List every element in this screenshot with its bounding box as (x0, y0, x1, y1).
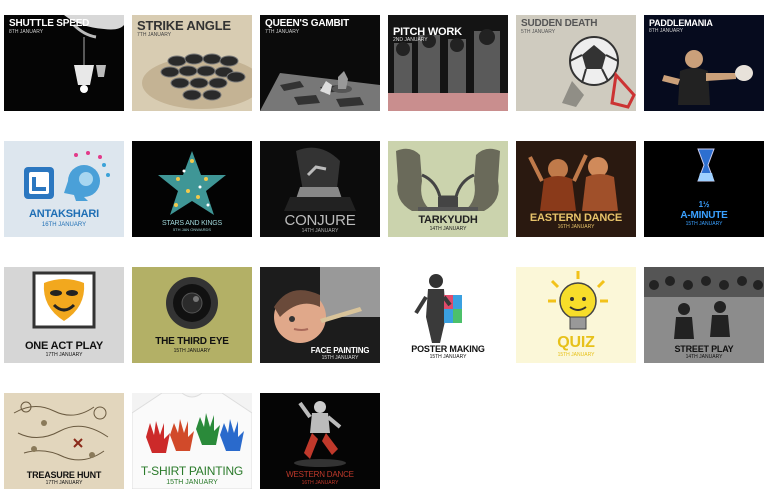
event-tile-a-minute[interactable]: 1½ A-MINUTE 15TH JANUARY (644, 141, 764, 237)
event-date: 5TH JAN ONWARDS (172, 227, 212, 232)
event-date: 14TH JANUARY (685, 354, 723, 360)
event-grid: SHUTTLE SPEED 8TH JANUARY STRIKE ANGLE 7… (0, 0, 768, 504)
event-title: QUEEN'S GAMBIT (265, 18, 350, 29)
event-title: T-SHIRT PAINTING (140, 464, 244, 478)
event-date: 15TH JANUARY (321, 355, 359, 361)
event-tile-treasure-hunt[interactable]: TREASURE HUNT 17TH JANUARY (4, 393, 124, 489)
event-date: 15TH JANUARY (685, 221, 723, 227)
event-title: THE THIRD EYE (155, 336, 229, 347)
event-tile-tarkyudh[interactable]: TARKYUDH 14TH JANUARY (388, 141, 508, 237)
event-date: 15TH JANUARY (557, 352, 595, 358)
event-date: 8TH JANUARY (9, 29, 44, 35)
event-date: 16TH JANUARY (41, 222, 87, 228)
event-title: CONJURE (284, 212, 356, 229)
event-date: 14TH JANUARY (429, 226, 467, 232)
event-tile-western-dance[interactable]: WESTERN DANCE 16TH JANUARY (260, 393, 380, 489)
event-date: 7TH JANUARY (265, 29, 300, 35)
event-title: PADDLEMANIA (649, 18, 713, 28)
event-tile-one-act-play[interactable]: ONE ACT PLAY 17TH JANUARY (4, 267, 124, 363)
event-tile-pitch-work[interactable]: PITCH WORK 2ND JANUARY (388, 15, 508, 111)
event-title: ANTAKSHARI (29, 208, 99, 220)
event-title: WESTERN DANCE (286, 470, 354, 479)
event-tile-sudden-death[interactable]: SUDDEN DEATH 5TH JANUARY (516, 15, 636, 111)
event-tile-paddlemania[interactable]: PADDLEMANIA 8TH JANUARY (644, 15, 764, 111)
event-tile-stars-and-kings[interactable]: STARS AND KINGS 5TH JAN ONWARDS (132, 141, 252, 237)
event-title: SHUTTLE SPEED (9, 18, 90, 29)
event-tile-face-painting[interactable]: FACE PAINTING 15TH JANUARY (260, 267, 380, 363)
event-tile-the-third-eye[interactable]: THE THIRD EYE 15TH JANUARY (132, 267, 252, 363)
event-title: STRIKE ANGLE (137, 18, 231, 33)
event-date: 14TH JANUARY (301, 228, 339, 234)
event-title: STARS AND KINGS (162, 220, 222, 227)
event-date: 16TH JANUARY (557, 224, 595, 230)
event-date: 17TH JANUARY (45, 480, 83, 486)
event-date: 5TH JANUARY (521, 29, 556, 35)
event-date: 17TH JANUARY (45, 352, 83, 358)
event-tile-poster-making[interactable]: POSTER MAKING 15TH JANUARY (388, 267, 508, 363)
event-tile-t-shirt-painting[interactable]: T-SHIRT PAINTING 15TH JANUARY (132, 393, 252, 489)
event-date: 16TH JANUARY (301, 480, 339, 486)
event-date: 7TH JANUARY (137, 32, 172, 38)
event-tile-conjure[interactable]: CONJURE 14TH JANUARY (260, 141, 380, 237)
event-date: 15TH JANUARY (166, 479, 218, 486)
event-title: TREASURE HUNT (26, 470, 102, 480)
event-title: A-MINUTE (680, 210, 728, 221)
event-title: FACE PAINTING (310, 346, 370, 355)
event-title: TARKYUDH (418, 214, 478, 226)
event-date: 8TH JANUARY (649, 28, 684, 34)
event-title: ONE ACT PLAY (24, 340, 104, 352)
event-title: POSTER MAKING (411, 344, 485, 354)
event-title: QUIZ (557, 334, 595, 351)
event-tile-queens-gambit[interactable]: QUEEN'S GAMBIT 7TH JANUARY (260, 15, 380, 111)
event-date: 15TH JANUARY (173, 348, 211, 354)
event-title: SUDDEN DEATH (521, 18, 598, 29)
event-tile-eastern-dance[interactable]: EASTERN DANCE 16TH JANUARY (516, 141, 636, 237)
event-tile-antakshari[interactable]: ANTAKSHARI 16TH JANUARY (4, 141, 124, 237)
event-title-prefix: 1½ (698, 200, 710, 209)
event-date: 2ND JANUARY (393, 37, 428, 43)
event-date: 15TH JANUARY (429, 354, 467, 360)
event-tile-quiz[interactable]: QUIZ 15TH JANUARY (516, 267, 636, 363)
event-tile-shuttle-speed[interactable]: SHUTTLE SPEED 8TH JANUARY (4, 15, 124, 111)
event-title: EASTERN DANCE (529, 212, 623, 224)
event-title: STREET PLAY (674, 344, 734, 354)
event-tile-strike-angle[interactable]: STRIKE ANGLE 7TH JANUARY (132, 15, 252, 111)
event-tile-street-play[interactable]: STREET PLAY 14TH JANUARY (644, 267, 764, 363)
